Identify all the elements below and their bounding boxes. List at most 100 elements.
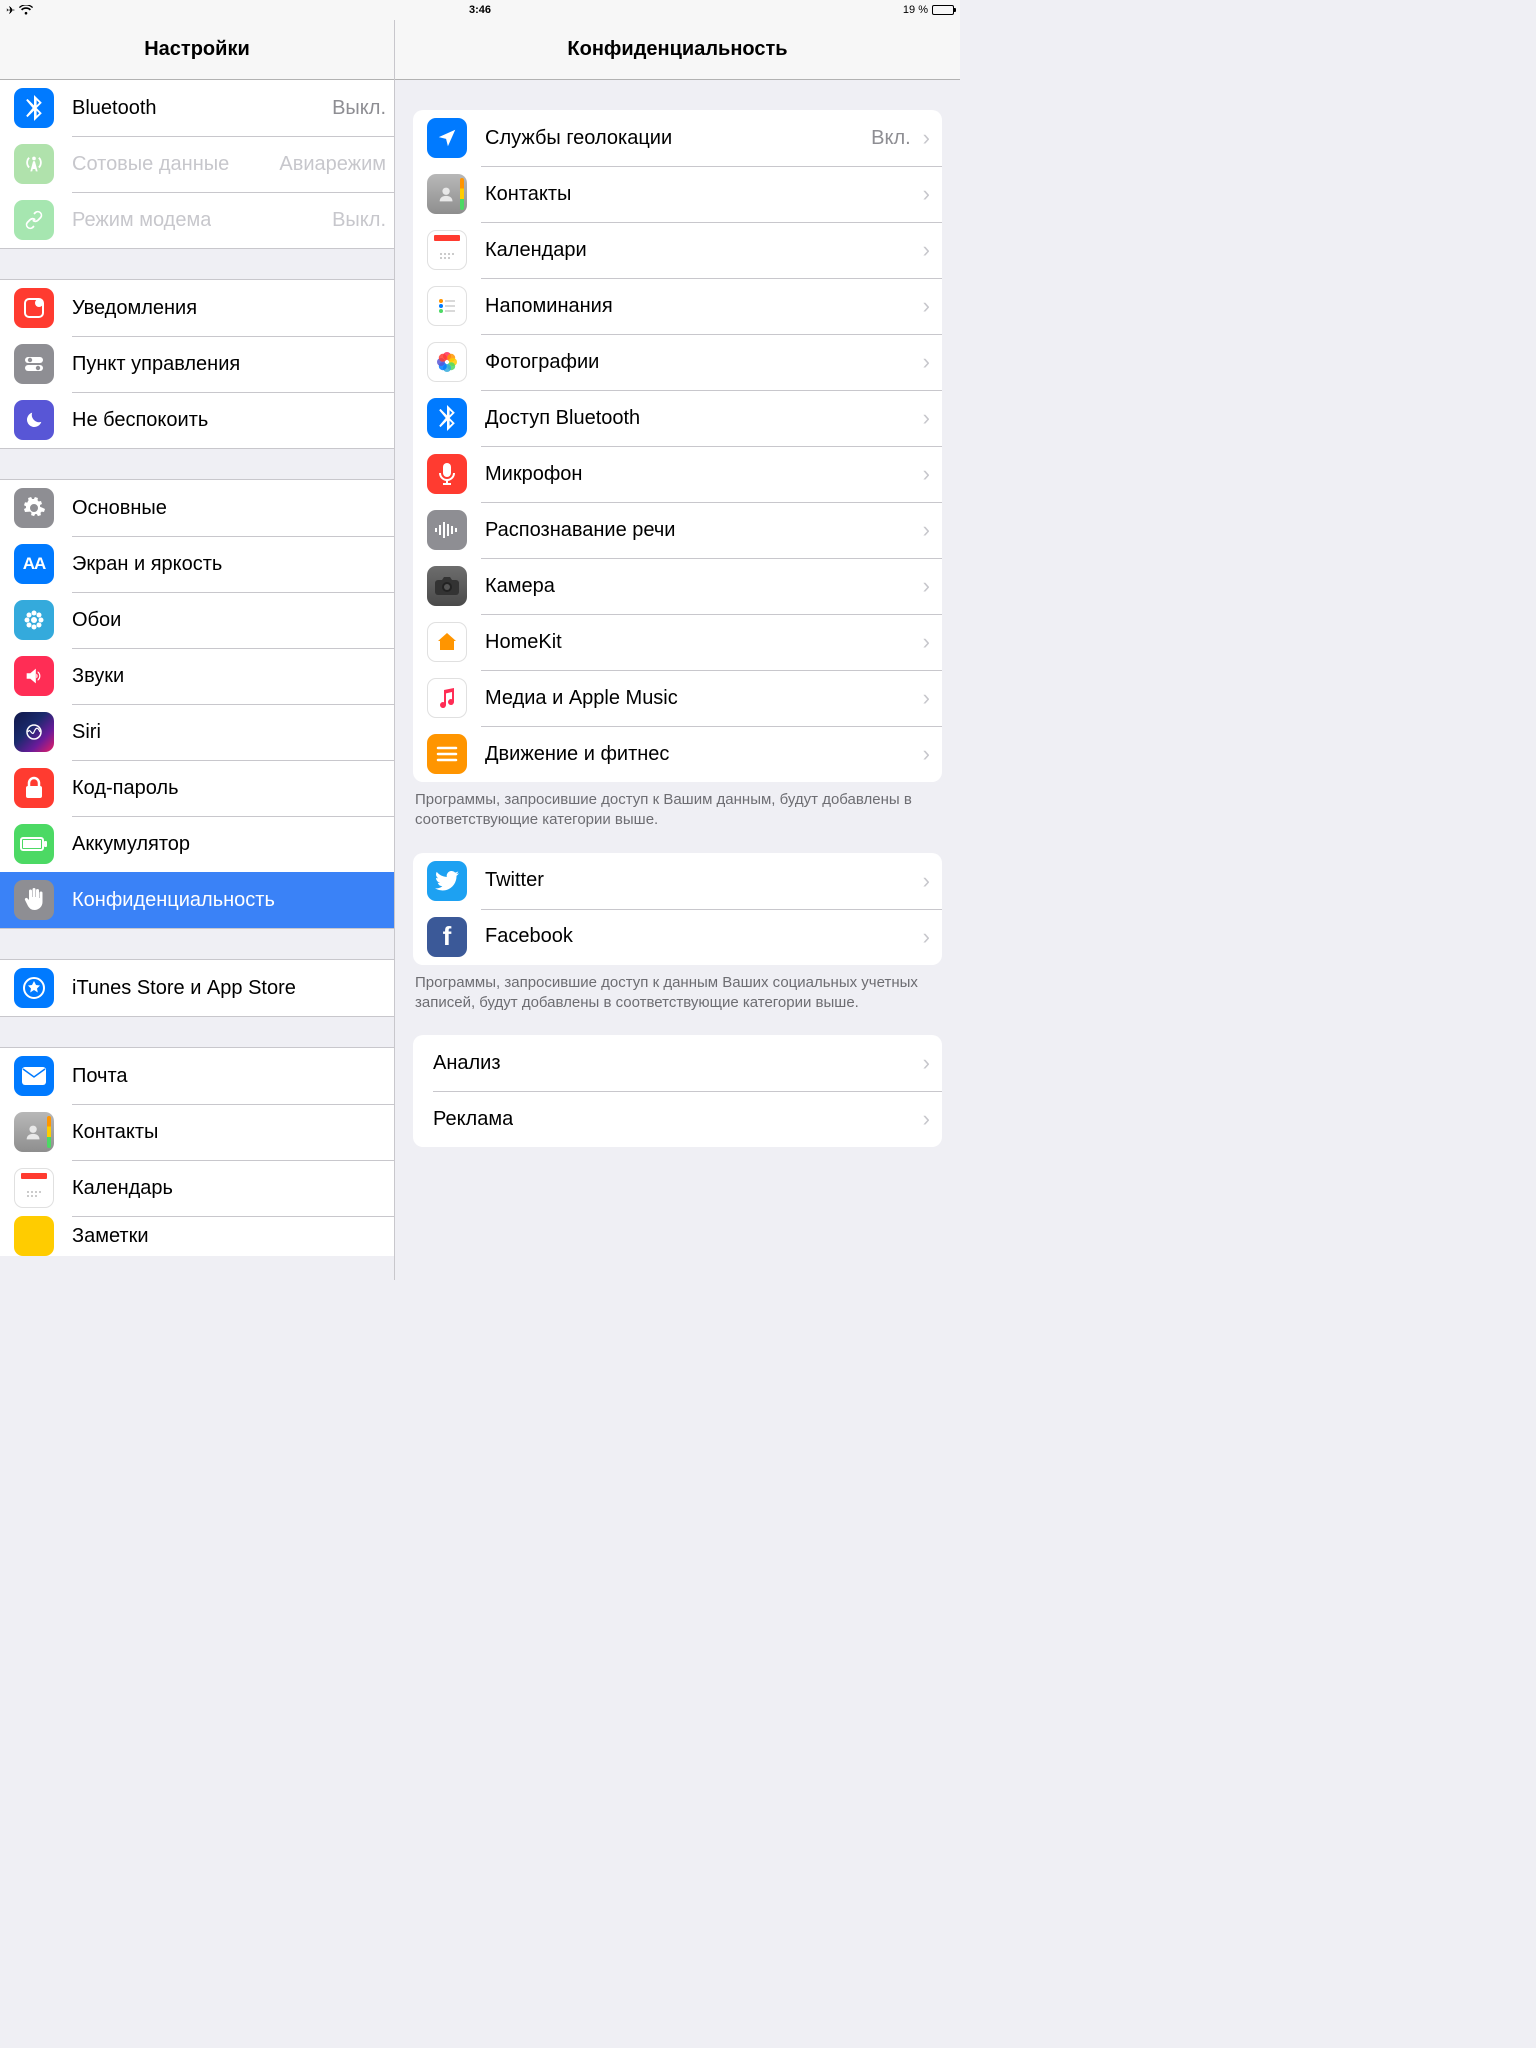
sidebar-item-control-center[interactable]: Пункт управления <box>0 336 394 392</box>
sidebar-item-label: Bluetooth <box>72 97 157 120</box>
sidebar-item-wallpaper[interactable]: Обои <box>0 592 394 648</box>
motion-icon <box>427 734 467 774</box>
chevron-right-icon: › <box>923 868 930 894</box>
sidebar-item-value: Выкл. <box>332 97 386 120</box>
chevron-right-icon: › <box>923 293 930 319</box>
chevron-right-icon: › <box>923 741 930 767</box>
chevron-right-icon: › <box>923 237 930 263</box>
detail-item-photos[interactable]: Фотографии › <box>413 334 942 390</box>
detail-item-label: Движение и фитнес <box>485 743 669 766</box>
antenna-icon <box>14 144 54 184</box>
chevron-right-icon: › <box>923 924 930 950</box>
chevron-right-icon: › <box>923 1106 930 1132</box>
mail-icon <box>14 1056 54 1096</box>
detail-item-ads[interactable]: Реклама › <box>413 1091 942 1147</box>
group-footer: Программы, запросившие доступ к данным В… <box>395 965 960 1018</box>
detail-item-calendars[interactable]: Календари › <box>413 222 942 278</box>
sidebar-item-notifications[interactable]: Уведомления <box>0 280 394 336</box>
detail-item-analytics[interactable]: Анализ › <box>413 1035 942 1091</box>
sidebar-item-label: Siri <box>72 721 101 744</box>
sidebar-item-sounds[interactable]: Звуки <box>0 648 394 704</box>
airplane-icon: ✈︎ <box>6 4 15 17</box>
detail-item-homekit[interactable]: HomeKit › <box>413 614 942 670</box>
facebook-icon: f <box>427 917 467 957</box>
sidebar-item-dnd[interactable]: Не беспокоить <box>0 392 394 448</box>
detail-item-label: Микрофон <box>485 463 582 486</box>
detail-item-bluetooth[interactable]: Доступ Bluetooth › <box>413 390 942 446</box>
sidebar-item-value: Авиарежим <box>279 153 386 176</box>
detail-item-label: Медиа и Apple Music <box>485 687 678 710</box>
detail-item-twitter[interactable]: Twitter › <box>413 853 942 909</box>
battery-percent: 19 % <box>903 4 928 16</box>
sidebar-item-value: Выкл. <box>332 209 386 232</box>
status-bar: ✈︎ 3:46 19 % <box>0 0 960 20</box>
sidebar-item-label: Режим модема <box>72 209 211 232</box>
moon-icon <box>14 400 54 440</box>
calendar-icon <box>427 230 467 270</box>
sidebar-item-cellular[interactable]: Сотовые данные Авиарежим <box>0 136 394 192</box>
sidebar-title: Настройки <box>0 20 394 80</box>
sidebar-item-general[interactable]: Основные <box>0 480 394 536</box>
sidebar-item-siri[interactable]: Siri <box>0 704 394 760</box>
sidebar-item-label: Конфиденциальность <box>72 889 275 912</box>
mic-icon <box>427 454 467 494</box>
detail-item-label: Анализ <box>433 1052 501 1075</box>
photos-icon <box>427 342 467 382</box>
detail-item-label: Реклама <box>433 1108 513 1131</box>
sidebar-item-label: Пункт управления <box>72 353 240 376</box>
bluetooth-icon <box>14 88 54 128</box>
detail-item-location[interactable]: Службы геолокации Вкл. › <box>413 110 942 166</box>
detail-item-label: Распознавание речи <box>485 519 675 542</box>
detail-item-speech[interactable]: Распознавание речи › <box>413 502 942 558</box>
sidebar-item-bluetooth[interactable]: Bluetooth Выкл. <box>0 80 394 136</box>
sidebar-item-hotspot[interactable]: Режим модема Выкл. <box>0 192 394 248</box>
sidebar-item-display[interactable]: AA Экран и яркость <box>0 536 394 592</box>
battery-icon <box>14 824 54 864</box>
sidebar-item-label: iTunes Store и App Store <box>72 977 296 1000</box>
chevron-right-icon: › <box>923 573 930 599</box>
location-icon <box>427 118 467 158</box>
sidebar-item-label: Код-пароль <box>72 777 179 800</box>
sidebar-item-battery[interactable]: Аккумулятор <box>0 816 394 872</box>
detail-item-reminders[interactable]: Напоминания › <box>413 278 942 334</box>
sidebar-item-notes[interactable]: Заметки <box>0 1216 394 1256</box>
detail-item-label: Напоминания <box>485 295 613 318</box>
sidebar-item-label: Обои <box>72 609 121 632</box>
flower-icon <box>14 600 54 640</box>
detail-item-motion[interactable]: Движение и фитнес › <box>413 726 942 782</box>
sidebar-item-privacy[interactable]: Конфиденциальность <box>0 872 394 928</box>
reminders-icon <box>427 286 467 326</box>
sidebar-item-contacts[interactable]: Контакты <box>0 1104 394 1160</box>
status-time: 3:46 <box>469 4 491 16</box>
detail-panel: Конфиденциальность Службы геолокации Вкл… <box>395 20 960 1280</box>
detail-item-label: Twitter <box>485 869 544 892</box>
detail-item-label: Контакты <box>485 183 571 206</box>
detail-item-camera[interactable]: Камера › <box>413 558 942 614</box>
sidebar-item-passcode[interactable]: Код-пароль <box>0 760 394 816</box>
sidebar-item-label: Уведомления <box>72 297 197 320</box>
sidebar-item-label: Не беспокоить <box>72 409 208 432</box>
detail-item-label: Доступ Bluetooth <box>485 407 640 430</box>
gear-icon <box>14 488 54 528</box>
sidebar-item-label: Звуки <box>72 665 124 688</box>
aa-icon: AA <box>14 544 54 584</box>
detail-item-microphone[interactable]: Микрофон › <box>413 446 942 502</box>
detail-item-contacts[interactable]: Контакты › <box>413 166 942 222</box>
detail-item-label: Камера <box>485 575 555 598</box>
sidebar-item-itunes[interactable]: iTunes Store и App Store <box>0 960 394 1016</box>
sidebar-item-label: Экран и яркость <box>72 553 222 576</box>
sidebar-item-mail[interactable]: Почта <box>0 1048 394 1104</box>
detail-item-media[interactable]: Медиа и Apple Music › <box>413 670 942 726</box>
sidebar-item-label: Основные <box>72 497 167 520</box>
sidebar-item-calendar[interactable]: Календарь <box>0 1160 394 1216</box>
music-icon <box>427 678 467 718</box>
detail-item-label: HomeKit <box>485 631 562 654</box>
chevron-right-icon: › <box>923 517 930 543</box>
detail-item-facebook[interactable]: f Facebook › <box>413 909 942 965</box>
home-icon <box>427 622 467 662</box>
chevron-right-icon: › <box>923 349 930 375</box>
hand-icon <box>14 880 54 920</box>
twitter-icon <box>427 861 467 901</box>
calendar-icon <box>14 1168 54 1208</box>
chevron-right-icon: › <box>923 629 930 655</box>
